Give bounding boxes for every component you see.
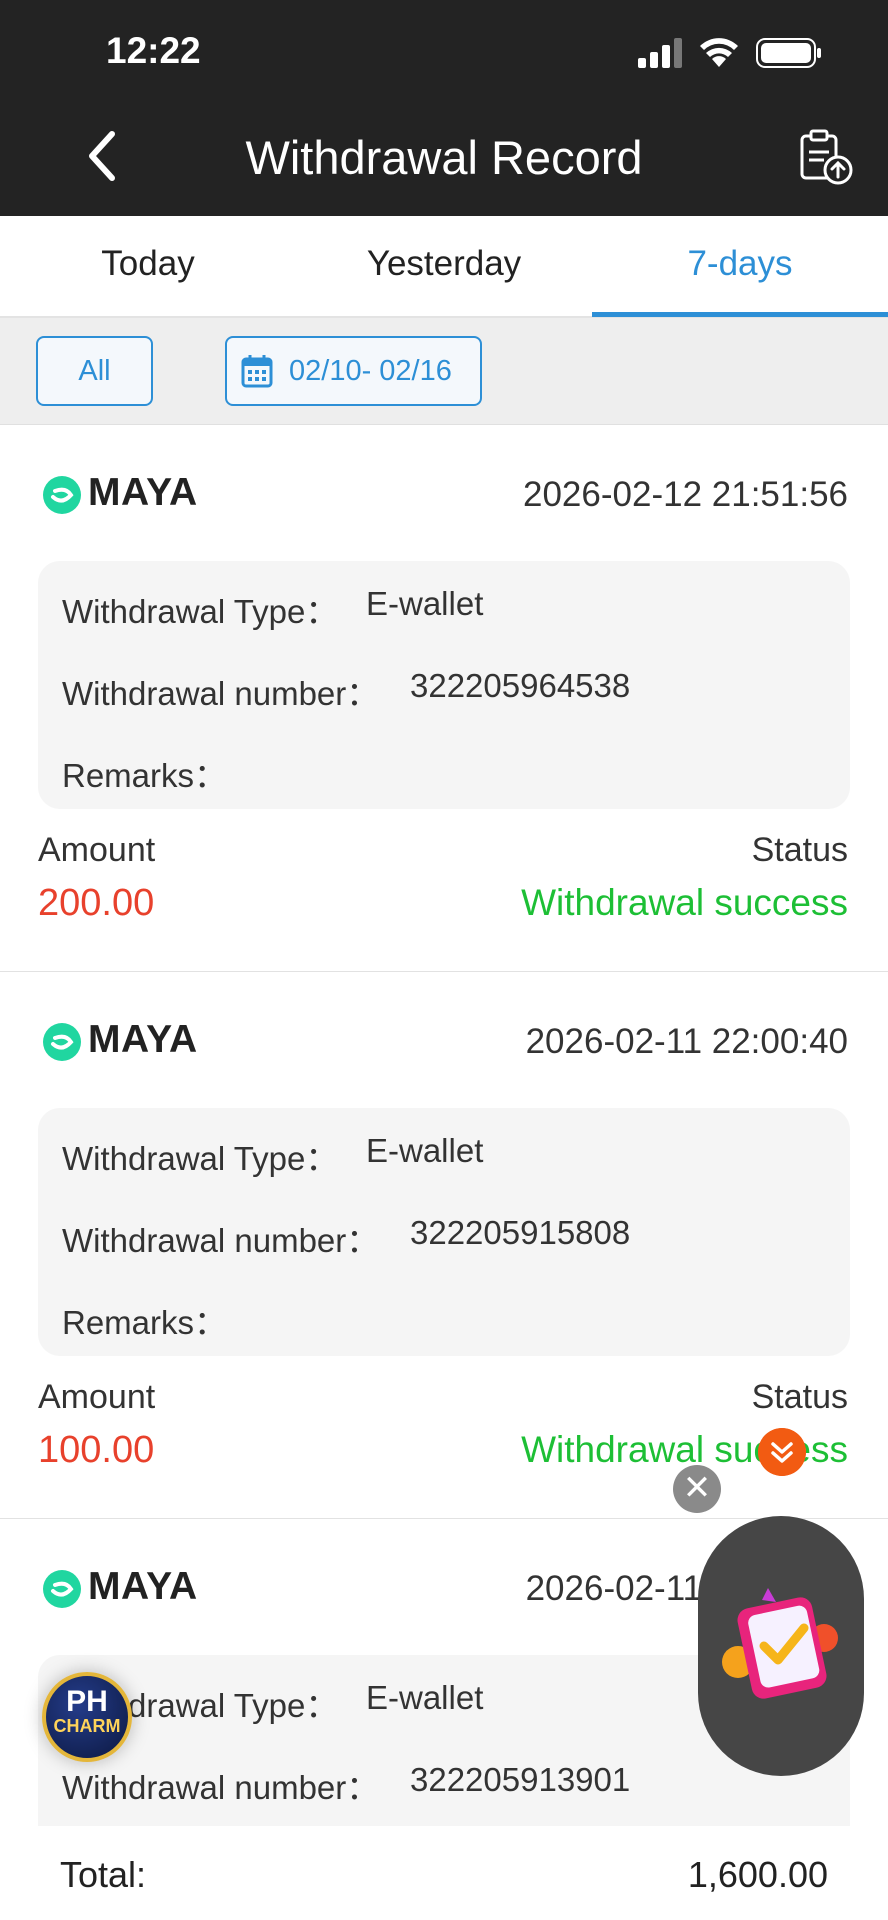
maya-logo-icon — [43, 1570, 81, 1608]
record-detail-box: Withdrawal Type： E-wallet Withdrawal num… — [38, 1108, 850, 1356]
withdrawal-number-value: 322205964538 — [410, 667, 631, 704]
status-label: Status — [751, 1378, 848, 1416]
amount-value: 200.00 — [38, 882, 155, 924]
close-icon[interactable]: ✕ — [673, 1465, 721, 1513]
withdrawal-type-value: E-wallet — [366, 585, 484, 622]
calendar-icon — [241, 355, 273, 388]
provider-name: MAYA — [88, 1018, 198, 1061]
withdrawal-record[interactable]: MAYA 2026-02-11 22:00:40 Withdrawal Type… — [0, 972, 888, 1520]
withdrawal-number-label: Withdrawal number： — [62, 1222, 380, 1259]
maya-logo-icon — [43, 476, 81, 514]
date-range-label: 02/10- 02/16 — [289, 354, 452, 387]
total-value: 1,600.00 — [687, 1854, 828, 1895]
maya-logo-icon — [43, 1023, 81, 1061]
top-bar: 12:22 Withdrawal Record — [0, 0, 888, 216]
tab-7-days[interactable]: 7-days — [592, 244, 888, 284]
status-time: 12:22 — [106, 30, 201, 71]
battery-icon — [756, 38, 821, 68]
withdrawal-type-label: Withdrawal Type： — [62, 593, 339, 630]
provider-name: MAYA — [88, 1565, 198, 1608]
badge-line-2: CHARM — [53, 1716, 121, 1736]
status-value: Withdrawal success — [521, 882, 848, 923]
wifi-icon — [700, 38, 738, 67]
filter-all-button[interactable]: All — [36, 336, 153, 406]
withdrawal-number-label: Withdrawal number： — [62, 675, 380, 712]
amount-value: 100.00 — [38, 1429, 155, 1471]
withdrawal-number-label: Withdrawal number： — [62, 1769, 380, 1806]
amount-label: Amount — [38, 1378, 156, 1416]
withdrawal-record[interactable]: MAYA 2026-02-12 21:51:56 Withdrawal Type… — [0, 425, 888, 973]
page-title: Withdrawal Record — [245, 131, 643, 184]
remarks-label: Remarks： — [62, 1304, 228, 1341]
filter-bar: All 02/10- 02/16 — [0, 318, 888, 425]
provider-name: MAYA — [88, 471, 198, 514]
ph-charm-badge[interactable]: PH CHARM — [42, 1672, 132, 1762]
signal-icon — [638, 38, 682, 68]
status-label: Status — [751, 831, 848, 869]
tab-yesterday[interactable]: Yesterday — [296, 244, 592, 284]
amount-label: Amount — [38, 831, 156, 869]
active-tab-indicator — [592, 312, 888, 317]
record-detail-box: Withdrawal Type： E-wallet Withdrawal num… — [38, 561, 850, 809]
date-range-button[interactable]: 02/10- 02/16 — [225, 336, 482, 406]
badge-line-1: PH — [66, 1685, 108, 1718]
withdrawal-type-label: Withdrawal Type： — [62, 1140, 339, 1177]
total-bar: Total: 1,600.00 — [0, 1826, 888, 1920]
record-datetime: 2026-02-12 21:51:56 — [523, 475, 848, 514]
withdrawal-type-value: E-wallet — [366, 1679, 484, 1716]
withdrawal-number-value: 322205915808 — [410, 1214, 631, 1251]
withdrawal-type-value: E-wallet — [366, 1132, 484, 1169]
remarks-label: Remarks： — [62, 757, 228, 794]
date-tabs: Today Yesterday 7-days — [0, 216, 888, 318]
chevron-double-down-icon[interactable] — [758, 1428, 806, 1476]
total-label: Total: — [60, 1854, 147, 1895]
task-checklist-icon[interactable] — [716, 1580, 848, 1710]
withdrawal-number-value: 322205913901 — [410, 1761, 631, 1798]
record-datetime: 2026-02-11 22:00:40 — [525, 1022, 848, 1061]
tab-today[interactable]: Today — [0, 244, 296, 284]
clipboard-upload-icon[interactable] — [796, 128, 856, 188]
